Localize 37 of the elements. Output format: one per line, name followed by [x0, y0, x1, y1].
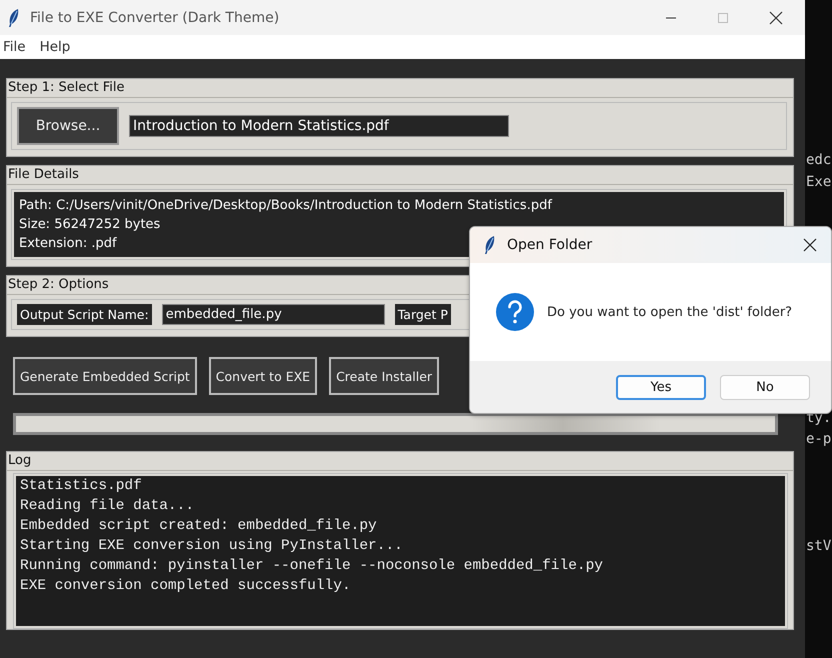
action-button[interactable]: Convert to EXE	[208, 357, 318, 395]
window-title: File to EXE Converter (Dark Theme)	[30, 10, 280, 26]
group-title: Log	[7, 452, 793, 471]
log-text: Starting EXE conversion using PyInstaller...	[20, 537, 404, 556]
detail-text: Size: 56247252 bytes	[19, 216, 160, 234]
menu-item[interactable]: Help	[40, 39, 70, 55]
group-title: File Details	[7, 166, 793, 185]
terminal-text: ty.	[806, 410, 832, 426]
close-icon[interactable]	[769, 10, 783, 24]
log-text: Running command: pyinstaller --onefile --noconsole embedded_file.py	[20, 557, 604, 576]
action-button[interactable]: Create Installer	[329, 357, 440, 395]
dialog-message: Do you want to open the 'dist' folder?	[547, 304, 792, 320]
terminal-text: e-p	[806, 431, 832, 447]
target-label: Target P	[394, 304, 451, 325]
log-text: Statistics.pdf	[20, 477, 143, 496]
terminal-text: Exe	[806, 174, 832, 190]
close-icon[interactable]	[803, 238, 817, 252]
terminal-text: stV	[806, 538, 832, 554]
group-title: Step 1: Select File	[7, 79, 793, 98]
action-button[interactable]: Generate Embedded Script	[13, 357, 197, 395]
feather-icon	[483, 235, 497, 255]
question-icon	[495, 292, 535, 332]
browse-button[interactable]: Browse...	[17, 107, 119, 145]
log-text: Reading file data...	[20, 497, 196, 516]
log-text: Embedded script created: embedded_file.py	[20, 517, 378, 536]
log-text: EXE conversion completed successfully.	[20, 577, 352, 596]
output-label: Output Script Name:	[17, 304, 152, 325]
file-path-field[interactable]: Introduction to Modern Statistics.pdf	[129, 115, 509, 137]
detail-text: Extension: .pdf	[19, 235, 117, 253]
dialog-title: Open Folder	[507, 237, 594, 253]
output-name-field[interactable]: embedded_file.py	[162, 304, 385, 325]
menu-item[interactable]: File	[3, 39, 26, 55]
terminal-text: edc	[806, 152, 832, 168]
detail-text: Path: C:/Users/vinit/OneDrive/Desktop/Books/Introduction to Modern Statistics.pdf	[19, 197, 552, 215]
feather-icon	[7, 8, 21, 28]
dialog-button[interactable]: Yes	[616, 374, 706, 400]
dialog-button[interactable]: No	[720, 374, 810, 400]
